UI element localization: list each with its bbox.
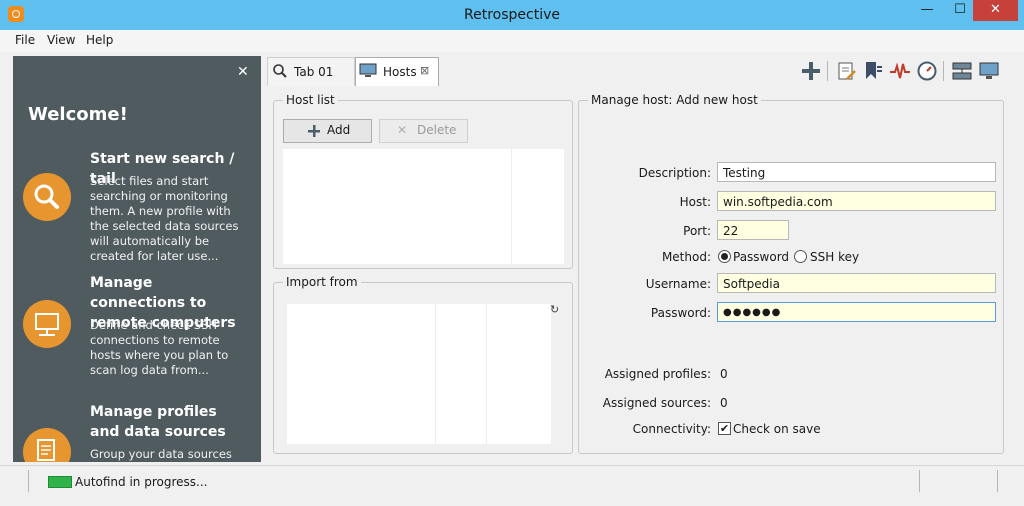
- search-icon[interactable]: [23, 173, 71, 221]
- welcome-connections-desc: Define and check SSH connections to remo…: [90, 318, 229, 377]
- monitor-icon[interactable]: [23, 300, 71, 348]
- monitor-icon: [359, 63, 377, 77]
- welcome-panel: ✕ Welcome! Start new search / tail Selec…: [13, 56, 261, 462]
- port-input[interactable]: 22: [717, 220, 789, 240]
- check-on-save-checkbox[interactable]: ✔: [718, 422, 731, 435]
- status-text: Autofind in progress...: [75, 475, 208, 489]
- clock-icon[interactable]: [916, 60, 938, 82]
- method-ssh-label[interactable]: SSH key: [810, 250, 859, 264]
- column-divider: [435, 304, 436, 444]
- username-label: Username:: [645, 277, 711, 291]
- network-icon[interactable]: [951, 60, 973, 82]
- delete-button-label: Delete: [417, 123, 457, 137]
- document-icon[interactable]: [23, 428, 71, 462]
- pulse-icon[interactable]: [889, 60, 911, 82]
- edit-profile-icon[interactable]: [836, 60, 858, 82]
- assigned-profiles-label: Assigned profiles:: [604, 367, 711, 381]
- welcome-search-desc: Select files and start searching or moni…: [90, 174, 239, 263]
- add-icon[interactable]: [800, 60, 822, 82]
- welcome-profiles-desc: Group your data sources: [90, 447, 232, 461]
- maximize-button[interactable]: ☐: [947, 0, 973, 21]
- delete-host-button[interactable]: ✕ Delete: [379, 119, 468, 143]
- tab-label: Hosts: [383, 65, 417, 79]
- password-label: Password:: [650, 306, 711, 320]
- column-divider: [486, 304, 487, 444]
- menu-help[interactable]: Help: [86, 33, 113, 47]
- import-from-title: Import from: [283, 275, 361, 289]
- assigned-sources-value: 0: [720, 396, 728, 410]
- welcome-profiles-heading[interactable]: Manage profiles and data sources: [90, 402, 250, 442]
- toolbar-separator: [827, 61, 828, 81]
- assigned-sources-label: Assigned sources:: [602, 396, 711, 410]
- toolbar-separator: [943, 61, 944, 81]
- description-input[interactable]: Testing: [717, 162, 996, 182]
- port-label: Port:: [683, 224, 711, 238]
- method-ssh-radio[interactable]: [794, 250, 807, 263]
- add-host-button[interactable]: Add: [283, 119, 372, 143]
- welcome-title: Welcome!: [28, 104, 128, 125]
- tab-label: Tab 01: [294, 65, 334, 79]
- host-label: Host:: [679, 195, 711, 209]
- password-input[interactable]: ●●●●●●: [717, 302, 996, 322]
- check-on-save-label[interactable]: Check on save: [733, 422, 821, 436]
- host-list-title: Host list: [283, 93, 338, 107]
- add-icon: [308, 125, 320, 137]
- host-input[interactable]: win.softpedia.com: [717, 191, 996, 211]
- search-icon: [273, 64, 287, 78]
- connectivity-label: Connectivity:: [632, 422, 711, 436]
- description-label: Description:: [638, 166, 711, 180]
- menu-file[interactable]: File: [15, 33, 35, 47]
- delete-icon: ✕: [397, 123, 408, 137]
- method-password-label[interactable]: Password: [733, 250, 789, 264]
- progress-indicator: [48, 476, 72, 488]
- status-separator: [28, 470, 29, 492]
- method-label: Method:: [661, 250, 711, 264]
- status-separator: [997, 470, 998, 492]
- username-input[interactable]: Softpedia: [717, 273, 996, 293]
- status-separator: [919, 470, 920, 492]
- tab-close-icon[interactable]: ⊠: [420, 64, 429, 77]
- monitor-icon[interactable]: [978, 60, 1000, 82]
- manage-host-title: Manage host: Add new host: [588, 93, 761, 107]
- bookmark-icon[interactable]: [862, 60, 884, 82]
- add-button-label: Add: [327, 123, 351, 137]
- close-window-button[interactable]: ✕: [973, 0, 1018, 21]
- window-title: Retrospective: [464, 7, 560, 23]
- method-password-radio[interactable]: [718, 250, 731, 263]
- tab-tab01[interactable]: Tab 01: [267, 57, 355, 86]
- welcome-close-icon[interactable]: ✕: [237, 64, 249, 80]
- menu-bar: [0, 30, 1024, 52]
- assigned-profiles-value: 0: [720, 367, 728, 381]
- menu-view[interactable]: View: [47, 33, 75, 47]
- minimize-button[interactable]: —: [907, 0, 947, 21]
- tab-hosts[interactable]: Hosts ⊠: [355, 57, 439, 86]
